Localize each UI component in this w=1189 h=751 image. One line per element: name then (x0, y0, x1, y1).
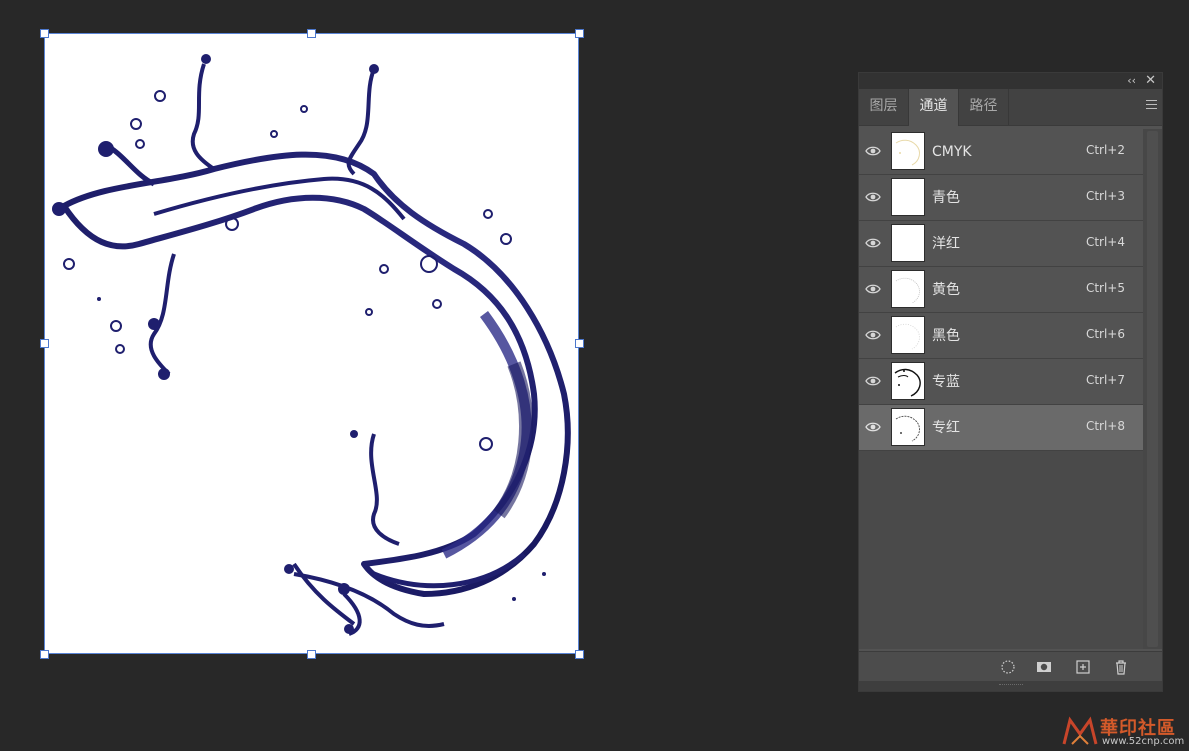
eye-icon[interactable] (865, 191, 881, 203)
panel-bottom-toolbar (859, 651, 1162, 682)
panel-menu-icon[interactable] (1146, 100, 1157, 109)
watermark-url: www.52cnp.com (1102, 736, 1185, 747)
panel-resize-grip[interactable] (859, 681, 1162, 691)
eye-icon[interactable] (865, 237, 881, 249)
eye-icon[interactable] (865, 283, 881, 295)
channel-row-yellow[interactable]: 黄色 Ctrl+5 (859, 267, 1143, 313)
tab-channels[interactable]: 通道 (909, 89, 959, 126)
channel-shortcut: Ctrl+3 (1085, 189, 1125, 203)
dotted-circle-selection-icon[interactable] (999, 658, 1017, 676)
channel-row-cyan[interactable]: 青色 Ctrl+3 (859, 175, 1143, 221)
transform-handle-bottom-left[interactable] (40, 650, 49, 659)
trash-icon[interactable] (1112, 658, 1130, 676)
channel-thumbnail (891, 408, 925, 446)
channel-shortcut: Ctrl+4 (1085, 235, 1125, 249)
channel-thumbnail (891, 132, 925, 170)
mask-icon[interactable] (1035, 658, 1053, 676)
channel-name: 黄色 (932, 282, 960, 298)
tab-paths[interactable]: 路径 (959, 89, 1009, 125)
channel-shortcut: Ctrl+7 (1085, 373, 1125, 387)
transform-handle-top-center[interactable] (307, 29, 316, 38)
transform-handle-middle-left[interactable] (40, 339, 49, 348)
channel-shortcut: Ctrl+8 (1085, 419, 1125, 433)
close-icon[interactable]: ✕ (1145, 73, 1156, 89)
site-watermark: 華印社區 www.52cnp.com (1060, 714, 1189, 751)
channel-row-magenta[interactable]: 洋红 Ctrl+4 (859, 221, 1143, 267)
channel-thumbnail (891, 178, 925, 216)
channel-row-black[interactable]: 黑色 Ctrl+6 (859, 313, 1143, 359)
transform-handle-bottom-right[interactable] (575, 650, 584, 659)
channel-shortcut: Ctrl+5 (1085, 281, 1125, 295)
channel-name: 青色 (932, 190, 960, 206)
eye-icon[interactable] (865, 329, 881, 341)
channel-row-spot-blue[interactable]: 专蓝 Ctrl+7 (859, 359, 1143, 405)
channel-row-spot-red[interactable]: 专红 Ctrl+8 (859, 405, 1143, 451)
channel-thumbnail (891, 270, 925, 308)
channel-thumbnail (891, 224, 925, 262)
transform-handle-bottom-center[interactable] (307, 650, 316, 659)
channel-shortcut: Ctrl+6 (1085, 327, 1125, 341)
eye-icon[interactable] (865, 145, 881, 157)
channel-row-cmyk[interactable]: CMYK Ctrl+2 (859, 129, 1143, 175)
workspace: ‹‹ ✕ 图层 通道 路径 CMYK Ctrl+2 青色 Ctrl+3 洋红 C… (0, 0, 1189, 751)
channel-name: CMYK (932, 144, 972, 160)
channel-name: 洋红 (932, 236, 960, 252)
transform-handle-top-right[interactable] (575, 29, 584, 38)
channel-list: CMYK Ctrl+2 青色 Ctrl+3 洋红 Ctrl+4 黄色 Ctrl+… (859, 129, 1143, 649)
eye-icon[interactable] (865, 421, 881, 433)
channel-name: 专红 (932, 420, 960, 436)
eye-icon[interactable] (865, 375, 881, 387)
transform-handle-middle-right[interactable] (575, 339, 584, 348)
double-chevron-left-icon[interactable]: ‹‹ (1127, 74, 1136, 88)
scrollbar-thumb[interactable] (1147, 131, 1158, 647)
panel-tab-bar: 图层 通道 路径 (859, 89, 1162, 126)
transform-handle-top-left[interactable] (40, 29, 49, 38)
channel-shortcut: Ctrl+2 (1085, 143, 1125, 157)
channel-name: 黑色 (932, 328, 960, 344)
channel-thumbnail (891, 362, 925, 400)
grip-icon (999, 684, 1023, 688)
new-channel-icon[interactable] (1074, 658, 1092, 676)
tab-layers[interactable]: 图层 (859, 89, 909, 125)
channels-panel: ‹‹ ✕ 图层 通道 路径 CMYK Ctrl+2 青色 Ctrl+3 洋红 C… (858, 72, 1163, 692)
channel-list-scrollbar[interactable] (1143, 129, 1162, 649)
channel-name: 专蓝 (932, 374, 960, 390)
panel-title-bar[interactable]: ‹‹ ✕ (859, 73, 1162, 89)
watermark-logo-icon (1062, 716, 1098, 745)
water-splash-artwork (52, 54, 571, 636)
document-canvas[interactable] (44, 34, 579, 654)
channel-thumbnail (891, 316, 925, 354)
